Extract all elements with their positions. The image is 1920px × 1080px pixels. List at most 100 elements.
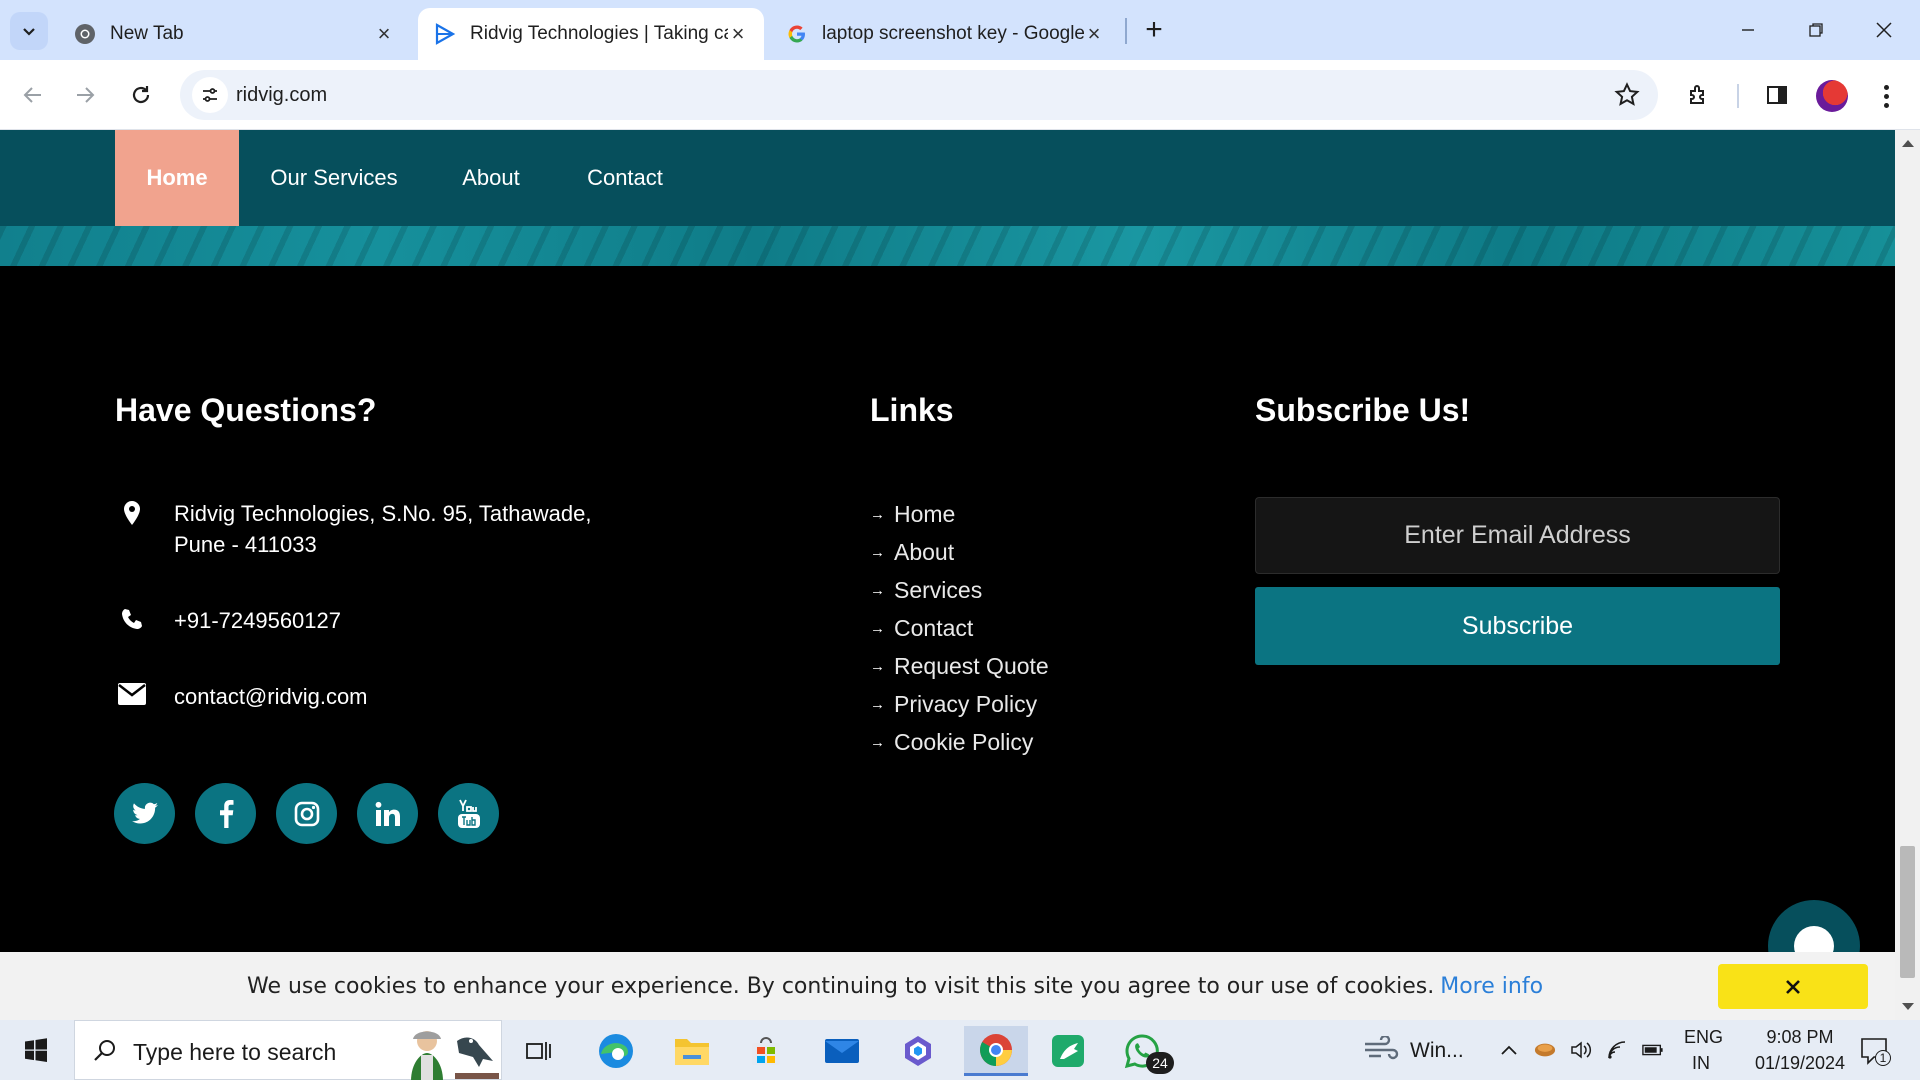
url-text: ridvig.com	[236, 84, 328, 106]
close-window-button[interactable]	[1862, 10, 1906, 50]
browser-menu-icon[interactable]	[1874, 78, 1898, 114]
nav-home[interactable]: Home	[115, 130, 239, 226]
store-icon	[752, 1037, 780, 1065]
facebook-button[interactable]	[195, 783, 256, 844]
copilot-app[interactable]	[890, 1026, 946, 1076]
cookie-message: We use cookies to enhance your experienc…	[247, 974, 1543, 999]
cookie-more-info-link[interactable]: More info	[1440, 974, 1543, 999]
close-icon	[1786, 979, 1800, 994]
linkedin-button[interactable]	[357, 783, 418, 844]
chrome-app[interactable]	[964, 1026, 1028, 1076]
edge-icon	[599, 1034, 633, 1068]
network-icon[interactable]	[1607, 1040, 1629, 1060]
footer-link-cookie-policy[interactable]: → Cookie Policy	[870, 723, 1049, 761]
side-panel-icon[interactable]	[1760, 78, 1794, 112]
forward-button[interactable]	[66, 76, 104, 114]
google-icon	[786, 23, 808, 45]
clock-date[interactable]: 01/19/2024	[1735, 1053, 1865, 1074]
whatsapp-badge: 24	[1146, 1052, 1174, 1074]
new-tab-button[interactable]: +	[1138, 13, 1170, 46]
notifications-button[interactable]: 1	[1858, 1034, 1892, 1068]
youtube-button[interactable]	[438, 783, 499, 844]
restore-button[interactable]	[1794, 10, 1838, 50]
folder-icon	[675, 1039, 709, 1065]
nav-about[interactable]: About	[448, 130, 534, 226]
tab-title: Ridvig Technologies | Taking care	[470, 23, 728, 44]
clock-time[interactable]: 9:08 PM	[1750, 1027, 1850, 1048]
task-view-button[interactable]	[510, 1026, 566, 1076]
ridvig-logo-icon	[434, 23, 456, 45]
extensions-icon[interactable]	[1682, 78, 1716, 112]
cookie-close-button[interactable]	[1718, 964, 1868, 1009]
tab-new-tab[interactable]: New Tab ×	[58, 8, 410, 60]
chevron-up-icon[interactable]	[1498, 1040, 1520, 1060]
footer-link-label: Privacy Policy	[894, 690, 1038, 717]
windows-taskbar: Type here to search 24 Win... ENG IN 9:0…	[0, 1020, 1920, 1080]
tab-search-button[interactable]	[10, 12, 48, 50]
footer-link-about[interactable]: → About	[870, 533, 1049, 571]
site-info-icon[interactable]	[192, 77, 228, 113]
questions-heading: Have Questions?	[115, 392, 377, 428]
footer-link-contact[interactable]: → Contact	[870, 609, 1049, 647]
file-explorer-app[interactable]	[664, 1026, 720, 1076]
notification-count: 1	[1875, 1050, 1891, 1066]
instagram-button[interactable]	[276, 783, 337, 844]
weather-label[interactable]: Win...	[1410, 1039, 1464, 1063]
minimize-button[interactable]	[1726, 10, 1770, 50]
microsoft-store-app[interactable]	[738, 1026, 794, 1076]
tab-close-icon[interactable]: ×	[1084, 21, 1104, 46]
mail-app[interactable]	[814, 1026, 870, 1076]
email-link[interactable]: contact@ridvig.com	[174, 681, 368, 712]
footer-link-services[interactable]: → Services	[870, 571, 1049, 609]
back-button[interactable]	[14, 76, 52, 114]
instagram-icon	[294, 801, 319, 826]
volume-icon[interactable]	[1570, 1040, 1592, 1060]
footer-link-label: Contact	[894, 614, 974, 641]
arrow-right-icon: →	[870, 581, 885, 599]
footer-link-request-quote[interactable]: → Request Quote	[870, 647, 1049, 685]
tray-app-icon[interactable]	[1534, 1040, 1556, 1060]
hero-image-strip	[0, 226, 1895, 266]
search-icon	[94, 1040, 115, 1061]
tab-close-icon[interactable]: ×	[728, 21, 748, 46]
footer-link-label: Home	[894, 500, 956, 527]
start-button[interactable]	[10, 1030, 62, 1070]
scroll-up-arrow[interactable]	[1902, 140, 1914, 147]
tab-ridvig[interactable]: Ridvig Technologies | Taking care ×	[418, 8, 764, 60]
subscribe-heading: Subscribe Us!	[1255, 392, 1471, 428]
twitter-button[interactable]	[114, 783, 175, 844]
scrollbar-thumb[interactable]	[1900, 846, 1915, 978]
profile-avatar[interactable]	[1816, 80, 1848, 112]
nav-contact[interactable]: Contact	[570, 130, 680, 226]
youtube-icon	[457, 799, 480, 828]
footer-link-home[interactable]: → Home	[870, 495, 1049, 533]
footer-link-label: About	[894, 538, 955, 565]
reload-button[interactable]	[122, 76, 160, 114]
bookmark-star-icon[interactable]	[1614, 82, 1640, 108]
scroll-down-arrow[interactable]	[1902, 1003, 1914, 1010]
address-text: Ridvig Technologies, S.No. 95, Tathawade…	[174, 501, 592, 557]
subscribe-button[interactable]: Subscribe	[1255, 587, 1780, 665]
footer-link-privacy-policy[interactable]: → Privacy Policy	[870, 685, 1049, 723]
tab-google-search[interactable]: laptop screenshot key - Google ×	[770, 8, 1120, 60]
arrow-right-icon: →	[870, 543, 885, 561]
page-scrollbar[interactable]	[1895, 130, 1920, 1020]
tab-close-icon[interactable]: ×	[374, 21, 394, 46]
weather-icon[interactable]	[1362, 1036, 1402, 1060]
edge-app[interactable]	[588, 1026, 644, 1076]
address-bar[interactable]: ridvig.com	[180, 70, 1658, 120]
green-arrow-app-icon	[1052, 1035, 1084, 1067]
tab-title: laptop screenshot key - Google	[822, 23, 1084, 44]
toolbar-separator	[1737, 84, 1739, 108]
taskbar-search-box[interactable]: Type here to search	[74, 1020, 502, 1080]
phone-link[interactable]: +91-7249560127	[174, 605, 341, 636]
region-indicator[interactable]: IN	[1692, 1053, 1710, 1074]
app-launcher-app[interactable]	[1040, 1026, 1096, 1076]
chrome-icon	[980, 1033, 1012, 1066]
nav-our-services[interactable]: Our Services	[254, 130, 414, 226]
language-indicator[interactable]: ENG	[1684, 1027, 1723, 1048]
chrome-icon	[74, 23, 96, 45]
battery-icon[interactable]	[1642, 1040, 1664, 1060]
arrow-right-icon: →	[870, 733, 885, 751]
subscribe-email-input[interactable]	[1255, 497, 1780, 574]
